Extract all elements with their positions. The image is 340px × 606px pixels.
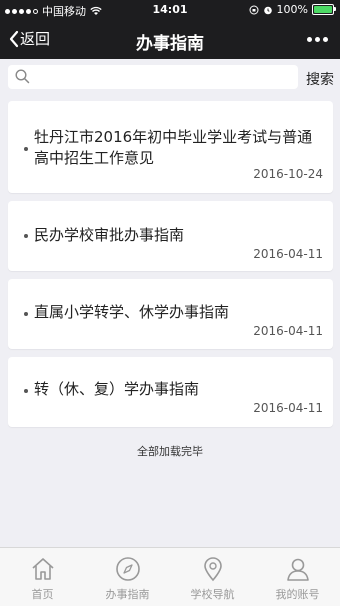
search-icon [15,69,30,84]
article-title: 直属小学转学、休学办事指南 [34,303,230,321]
article-title: 牡丹江市2016年初中毕业学业考试与普通高中招生工作意见 [34,128,313,167]
article-date: 2016-04-11 [253,247,323,261]
tab-guide[interactable]: 办事指南 [85,548,170,606]
bullet-icon [24,147,28,151]
status-bar: 中国移动 14:01 100% [0,0,340,20]
orientation-lock-icon [249,5,259,14]
article-date: 2016-10-24 [253,167,323,181]
alarm-icon [263,6,272,14]
bullet-icon [24,312,28,316]
bullet-icon [24,234,28,238]
more-menu-button[interactable] [307,37,328,42]
navigation-bar: 返回 办事指南 [0,20,340,59]
tab-label: 办事指南 [105,588,150,601]
list-item[interactable]: 民办学校审批办事指南 2016-04-11 [8,201,333,271]
page-title: 办事指南 [136,34,204,54]
compass-icon [116,557,140,581]
article-title: 转（休、复）学办事指南 [34,380,200,398]
list-end-message: 全部加载完毕 [137,445,203,458]
article-title: 民办学校审批办事指南 [34,226,185,244]
status-right: 100% [249,3,336,16]
user-icon [287,558,309,581]
bullet-icon [24,389,28,393]
search-input[interactable] [36,68,295,88]
tab-account[interactable]: 我的账号 [255,548,340,606]
article-date: 2016-04-11 [253,324,323,338]
battery-percent: 100% [276,3,308,16]
battery-icon [312,4,336,15]
list-item[interactable]: 转（休、复）学办事指南 2016-04-11 [8,357,333,427]
tab-label: 学校导航 [190,588,235,601]
article-date: 2016-04-11 [253,401,323,415]
tab-label: 我的账号 [275,588,320,601]
article-list: 牡丹江市2016年初中毕业学业考试与普通高中招生工作意见 2016-10-24 … [8,101,333,435]
search-button[interactable]: 搜索 [306,69,334,89]
tab-school-nav[interactable]: 学校导航 [170,548,255,606]
list-item[interactable]: 牡丹江市2016年初中毕业学业考试与普通高中招生工作意见 2016-10-24 [8,101,333,193]
tab-label: 首页 [31,588,54,601]
list-item[interactable]: 直属小学转学、休学办事指南 2016-04-11 [8,279,333,349]
tab-bar: 首页 办事指南 学校导航 我的账号 [0,547,340,606]
more-dots-icon [307,37,312,42]
location-pin-icon [204,557,222,582]
home-icon [32,558,54,580]
tab-home[interactable]: 首页 [0,548,85,606]
search-bar: 搜索 [0,59,340,95]
search-field[interactable] [8,65,298,89]
